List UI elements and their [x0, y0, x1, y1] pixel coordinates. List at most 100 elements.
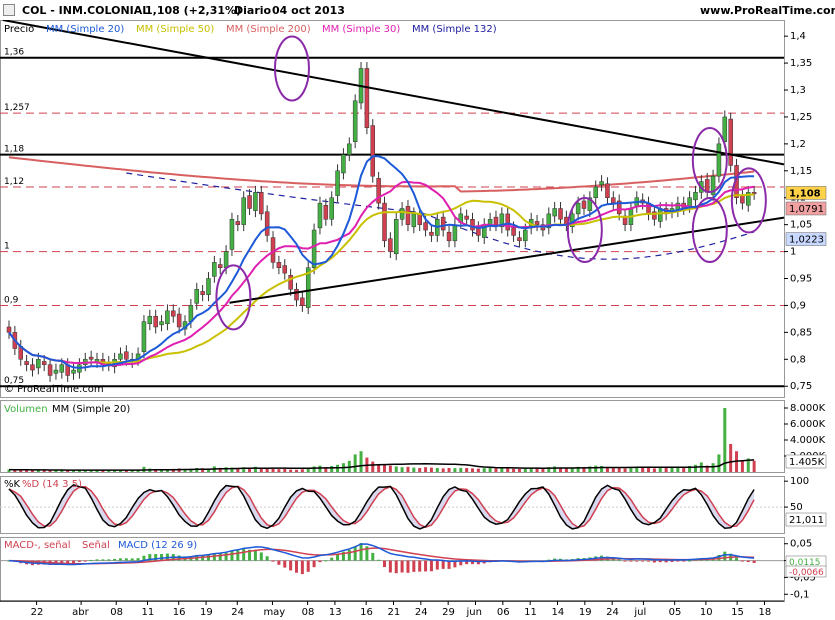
value-badge-label: 1,108 — [789, 188, 821, 199]
candle-body — [94, 359, 100, 362]
candle-body — [317, 202, 323, 229]
volume-ytick-label: 4.000K — [790, 435, 826, 446]
candle-body — [393, 219, 399, 254]
macd-hist-bar — [623, 560, 627, 562]
xaxis-label: 16 — [360, 607, 373, 618]
macd-hist-bar — [658, 560, 662, 563]
candle-body — [323, 205, 329, 220]
volume-bar — [664, 467, 668, 472]
price-legend-item: Precio — [4, 24, 34, 35]
macd-hist-bar — [388, 560, 392, 573]
candle-body — [523, 229, 528, 242]
candle-body — [470, 219, 475, 231]
price-ytick-label: 1,3 — [790, 85, 806, 96]
chart-canvas[interactable]: 1,257 1,12 1 0,9 1,36 1,18 0,75 1,4 1,35 1,3 1,25 1… — [0, 0, 835, 620]
volume-bar — [693, 464, 697, 472]
macd-hist-bar — [418, 560, 422, 572]
candle-body — [141, 321, 147, 353]
volume-bar — [359, 451, 363, 472]
candle — [364, 62, 370, 135]
macd-hist-bar — [406, 560, 410, 573]
macd-hist-bar — [429, 560, 433, 572]
volume-bar — [330, 466, 334, 472]
collapse-icon[interactable] — [3, 4, 15, 16]
candle-body — [464, 215, 469, 220]
price-legend: Precio MM (Simple 20) MM (Simple 50) MM (Si… — [4, 24, 497, 35]
candle-body — [171, 310, 176, 317]
xaxis-label: 06 — [497, 607, 510, 618]
candle-body — [505, 213, 510, 231]
price-ytick-label: 0,8 — [790, 354, 806, 365]
candle-body — [217, 264, 223, 268]
candle-body — [47, 364, 53, 376]
volume-bar — [383, 464, 386, 472]
price-ytick-label: 1,25 — [790, 112, 812, 123]
macd-hist-bar — [441, 560, 445, 569]
volume-bar — [400, 467, 404, 472]
candle-body — [241, 197, 246, 225]
macd-hist-bar — [124, 558, 128, 561]
macd-hist-bar — [95, 559, 99, 561]
volume-bar — [412, 467, 416, 472]
candle — [728, 112, 733, 172]
price-ytick-label: 0,75 — [790, 381, 812, 392]
candle — [370, 119, 376, 183]
volume-bar — [553, 466, 557, 472]
volume-bar — [429, 467, 433, 472]
site-label: www.ProRealTime.com — [700, 4, 835, 17]
macd-hist-bar — [130, 558, 134, 561]
volume-bar — [482, 468, 486, 472]
macd-badge-label: -0,0066 — [789, 568, 824, 578]
macd-hist-bar — [641, 560, 645, 562]
candle-body — [575, 202, 581, 215]
candle-body — [71, 369, 76, 374]
macd-hist-bar — [664, 560, 668, 563]
macd-legend-item: MACD-, señal — [4, 540, 71, 551]
macd-hist-bar — [682, 560, 686, 562]
xaxis-label: 11 — [524, 607, 537, 618]
date-label: 04 oct 2013 — [272, 4, 345, 17]
candle-body — [264, 211, 270, 236]
candle-body — [176, 313, 182, 328]
macd-hist-bar — [336, 554, 340, 561]
volume-bar — [488, 468, 492, 472]
volume-bar — [406, 466, 410, 472]
candle-body — [229, 219, 235, 250]
candle-body — [716, 143, 722, 177]
candle-body — [159, 321, 164, 326]
candle-body — [247, 195, 252, 209]
xaxis-label: 15 — [731, 607, 744, 618]
volume-bar — [318, 465, 322, 472]
candle-body — [493, 216, 499, 225]
macd-hist-bar — [294, 560, 298, 573]
value-badge-label: 1,0791 — [789, 204, 824, 215]
candle-body — [593, 186, 598, 198]
macd-hist-bar — [289, 560, 293, 571]
candle-body — [370, 125, 376, 177]
candle-body — [693, 192, 698, 201]
solid-level-label: 1,18 — [4, 145, 24, 155]
price-ytick-label: 1,05 — [790, 220, 812, 231]
candle-body — [329, 197, 334, 220]
solid-level-label: 1,36 — [4, 48, 24, 58]
macd-ytick-label: -0,1 — [790, 589, 810, 600]
price-ytick-label: 1,4 — [790, 31, 806, 42]
volume-bar — [224, 467, 228, 472]
volume-bar — [294, 469, 298, 472]
price-ytick-label: 1,35 — [790, 58, 812, 69]
candle-body — [311, 229, 317, 268]
candle-body — [423, 222, 428, 231]
price-ytick-label: 0,85 — [790, 327, 812, 338]
price-ytick-label: 1,15 — [790, 166, 812, 177]
volume-bar — [717, 454, 721, 472]
volume-bar — [283, 468, 287, 472]
candle-body — [341, 154, 346, 174]
xaxis-label: may — [263, 607, 285, 618]
xaxis-label: 29 — [442, 607, 455, 618]
stoch-legend-item: %D (14 3 5) — [22, 479, 82, 490]
candle-body — [118, 353, 123, 360]
xaxis-label: 10 — [700, 607, 713, 618]
macd-hist-bar — [347, 549, 351, 561]
candle-body — [411, 213, 417, 228]
macd-hist-bar — [230, 550, 234, 561]
